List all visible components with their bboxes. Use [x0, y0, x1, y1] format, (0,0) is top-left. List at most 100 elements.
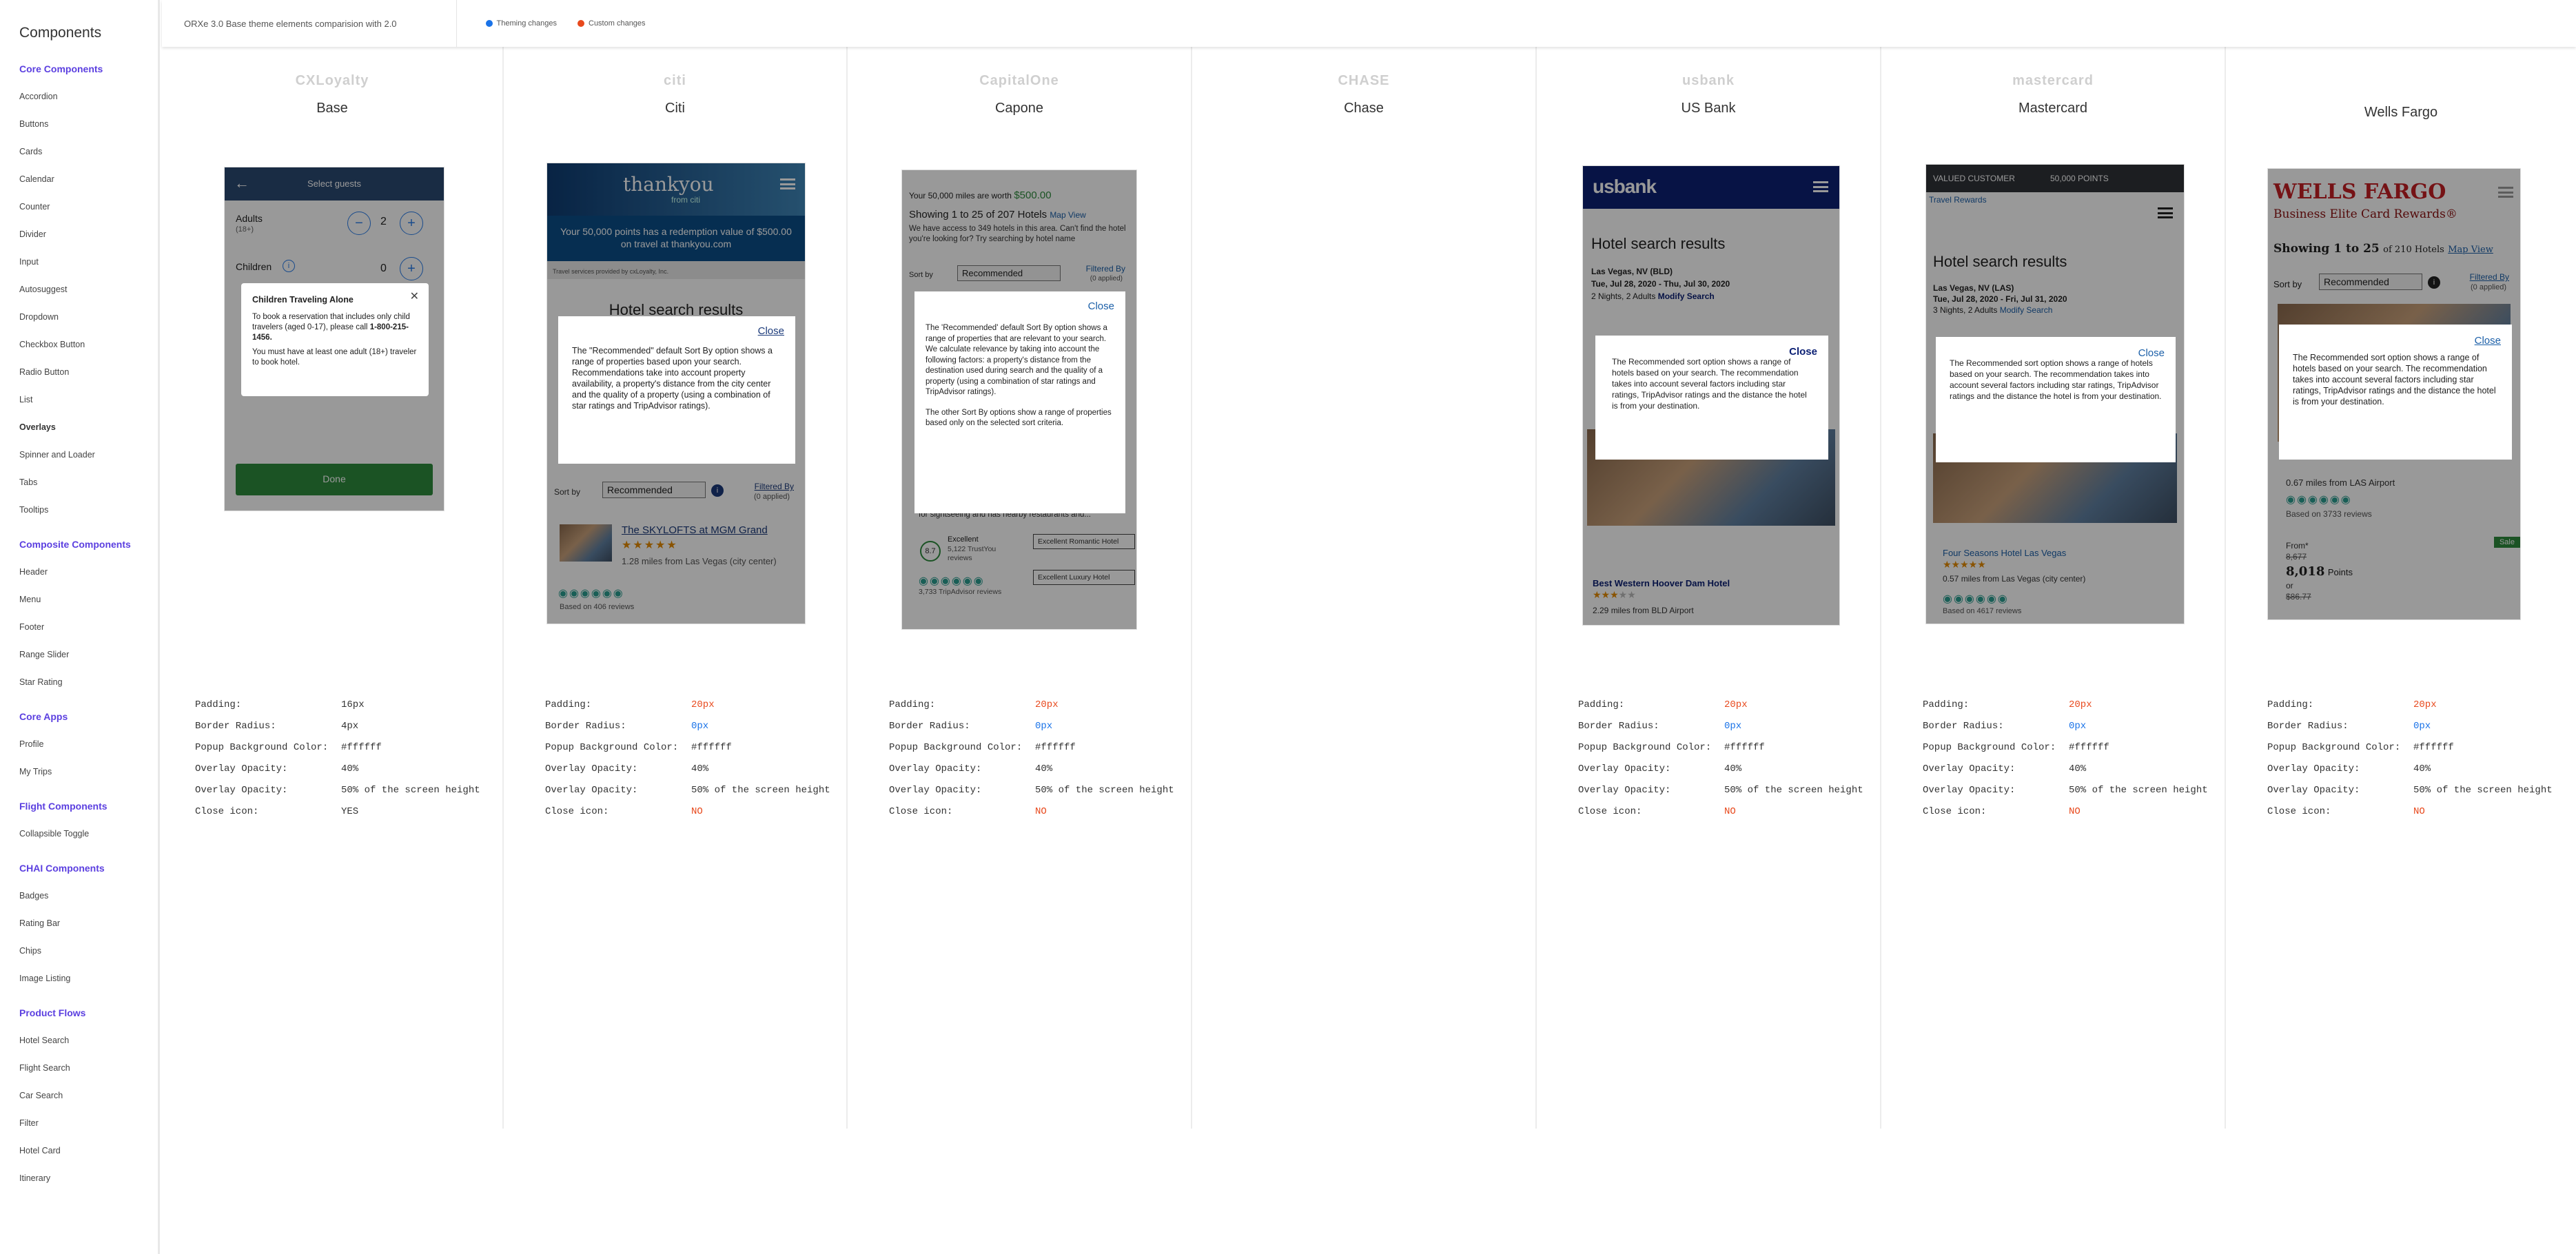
- property-label: Close icon:: [1578, 806, 1642, 817]
- property-row: Padding: 20px: [1923, 695, 2208, 716]
- property-row: Popup Background Color: #ffffff: [2267, 737, 2553, 759]
- property-row: Overlay Opacity: 50% of the screen height: [889, 780, 1174, 801]
- sidebar-item-range-slider[interactable]: Range Slider: [19, 641, 158, 668]
- chase-name: Chase: [1344, 101, 1384, 116]
- sidebar-item-list[interactable]: List: [19, 386, 158, 413]
- property-label: Overlay Opacity:: [2267, 785, 2360, 796]
- legend-theming: Theming changes: [485, 19, 557, 28]
- sidebar-item-overlays[interactable]: Overlays: [19, 413, 158, 441]
- popup-text-2: The other Sort By options show a range o…: [926, 408, 1112, 428]
- property-row: Popup Background Color: #ffffff: [1923, 737, 2208, 759]
- sidebar-item-spinner-and-loader[interactable]: Spinner and Loader: [19, 441, 158, 469]
- usbank-overlay-screenshot: usbank Hotel search results Las Vegas, NV …: [1582, 165, 1840, 626]
- sidebar-item-collapsible-toggle[interactable]: Collapsible Toggle: [19, 820, 158, 847]
- sidebar-item-divider[interactable]: Divider: [19, 220, 158, 248]
- usbank-properties: Padding: 20px Border Radius: 0px Popup Backg…: [1578, 695, 1863, 823]
- property-label: Popup Background Color:: [2267, 742, 2401, 753]
- sidebar-item-rating-bar[interactable]: Rating Bar: [19, 909, 158, 937]
- sidebar-item-radio-button[interactable]: Radio Button: [19, 358, 158, 386]
- close-link[interactable]: Close: [758, 326, 784, 337]
- property-value: 0px: [2413, 721, 2431, 732]
- sidebar-item-hotel-search[interactable]: Hotel Search: [19, 1027, 158, 1054]
- property-value: #ffffff: [2413, 742, 2454, 753]
- sidebar-item-badges[interactable]: Badges: [19, 882, 158, 909]
- sidebar-item-profile[interactable]: Profile: [19, 730, 158, 758]
- sidebar-item-menu[interactable]: Menu: [19, 586, 158, 613]
- column-base: CXLoyalty Base Padding: 16px Border Radius: 4…: [162, 47, 504, 1129]
- topbar-divider: [456, 0, 457, 47]
- property-label: Popup Background Color:: [1578, 742, 1712, 753]
- property-value: 0px: [1724, 721, 1742, 732]
- overlay-popup: Children Traveling Alone ✕ To book a reser…: [241, 283, 429, 396]
- top-bar: ORXe 3.0 Base theme elements comparision…: [162, 0, 2576, 47]
- sidebar-item-checkbox-button[interactable]: Checkbox Button: [19, 331, 158, 358]
- property-row: Border Radius: 4px: [195, 716, 480, 737]
- sidebar-item-flight-search[interactable]: Flight Search: [19, 1054, 158, 1082]
- close-link[interactable]: Close: [2138, 348, 2165, 359]
- sidebar-nav: Components Core Components Accordion Butto…: [0, 0, 160, 1254]
- property-row: Overlay Opacity: 40%: [545, 759, 830, 780]
- property-label: Overlay Opacity:: [195, 763, 288, 774]
- close-link[interactable]: Close: [1088, 301, 1114, 312]
- property-value: 50% of the screen height: [2413, 785, 2553, 796]
- sidebar-item-chips[interactable]: Chips: [19, 937, 158, 965]
- sidebar-item-filter[interactable]: Filter: [19, 1109, 158, 1137]
- property-row: Overlay Opacity: 50% of the screen height: [2267, 780, 2553, 801]
- sidebar-item-image-listing[interactable]: Image Listing: [19, 965, 158, 992]
- sidebar-item-counter[interactable]: Counter: [19, 193, 158, 220]
- property-row: Close icon: NO: [545, 801, 830, 823]
- property-label: Padding:: [1578, 699, 1625, 710]
- close-icon[interactable]: ✕: [410, 291, 419, 302]
- close-link[interactable]: Close: [2475, 336, 2501, 347]
- property-row: Close icon: NO: [889, 801, 1174, 823]
- sidebar-item-my-trips[interactable]: My Trips: [19, 758, 158, 785]
- property-label: Overlay Opacity:: [1578, 785, 1671, 796]
- property-value: YES: [341, 806, 359, 817]
- legend-custom: Custom changes: [577, 19, 646, 28]
- property-label: Overlay Opacity:: [889, 763, 982, 774]
- property-value: 40%: [1035, 763, 1053, 774]
- mastercard-logo: mastercard: [2012, 73, 2094, 88]
- sidebar-group-heading: Core Apps: [19, 711, 68, 722]
- property-row: Overlay Opacity: 40%: [1923, 759, 2208, 780]
- sidebar-item-hotel-card[interactable]: Hotel Card: [19, 1137, 158, 1164]
- column-usbank: usbank US Bank Padding: 20px Border Radius: 0…: [1537, 47, 1881, 1129]
- property-row: Overlay Opacity: 50% of the screen height: [1578, 780, 1863, 801]
- capone-name: Capone: [994, 101, 1044, 116]
- property-value: 50% of the screen height: [691, 785, 830, 796]
- sidebar-item-calendar[interactable]: Calendar: [19, 165, 158, 193]
- property-value: NO: [691, 806, 703, 817]
- sidebar-item-tooltips[interactable]: Tooltips: [19, 496, 158, 524]
- sidebar-item-car-search[interactable]: Car Search: [19, 1082, 158, 1109]
- sidebar-item-accordion[interactable]: Accordion: [19, 83, 158, 110]
- sidebar-item-cards[interactable]: Cards: [19, 138, 158, 165]
- property-value: 40%: [1724, 763, 1742, 774]
- property-label: Overlay Opacity:: [195, 785, 288, 796]
- property-row: Border Radius: 0px: [1578, 716, 1863, 737]
- sidebar-item-star-rating[interactable]: Star Rating: [19, 668, 158, 696]
- sidebar-item-itinerary[interactable]: Itinerary: [19, 1164, 158, 1192]
- property-label: Close icon:: [2267, 806, 2331, 817]
- property-value: 40%: [691, 763, 709, 774]
- property-value: NO: [1035, 806, 1047, 817]
- overlay-popup: Close The "Recommended" default Sort By o…: [558, 316, 795, 464]
- property-label: Overlay Opacity:: [545, 763, 638, 774]
- property-value: #ffffff: [341, 742, 382, 753]
- sidebar-item-tabs[interactable]: Tabs: [19, 469, 158, 496]
- sidebar-item-input[interactable]: Input: [19, 248, 158, 276]
- property-label: Border Radius:: [545, 721, 626, 732]
- property-value: 20px: [1724, 699, 1748, 710]
- sidebar-item-header[interactable]: Header: [19, 558, 158, 586]
- property-label: Padding:: [2267, 699, 2314, 710]
- wellsfargo-name: Wells Fargo: [2364, 105, 2438, 120]
- sidebar-item-buttons[interactable]: Buttons: [19, 110, 158, 138]
- property-row: Border Radius: 0px: [1923, 716, 2208, 737]
- usbank-logo: usbank: [1681, 73, 1735, 88]
- sidebar-item-autosuggest[interactable]: Autosuggest: [19, 276, 158, 303]
- usbank-name: US Bank: [1681, 101, 1736, 116]
- column-citi: citi Citi Padding: 20px Border Radius: 0px Pop…: [504, 47, 848, 1129]
- property-row: Overlay Opacity: 50% of the screen height: [545, 780, 830, 801]
- sidebar-item-dropdown[interactable]: Dropdown: [19, 303, 158, 331]
- sidebar-item-footer[interactable]: Footer: [19, 613, 158, 641]
- close-link[interactable]: Close: [1789, 347, 1817, 358]
